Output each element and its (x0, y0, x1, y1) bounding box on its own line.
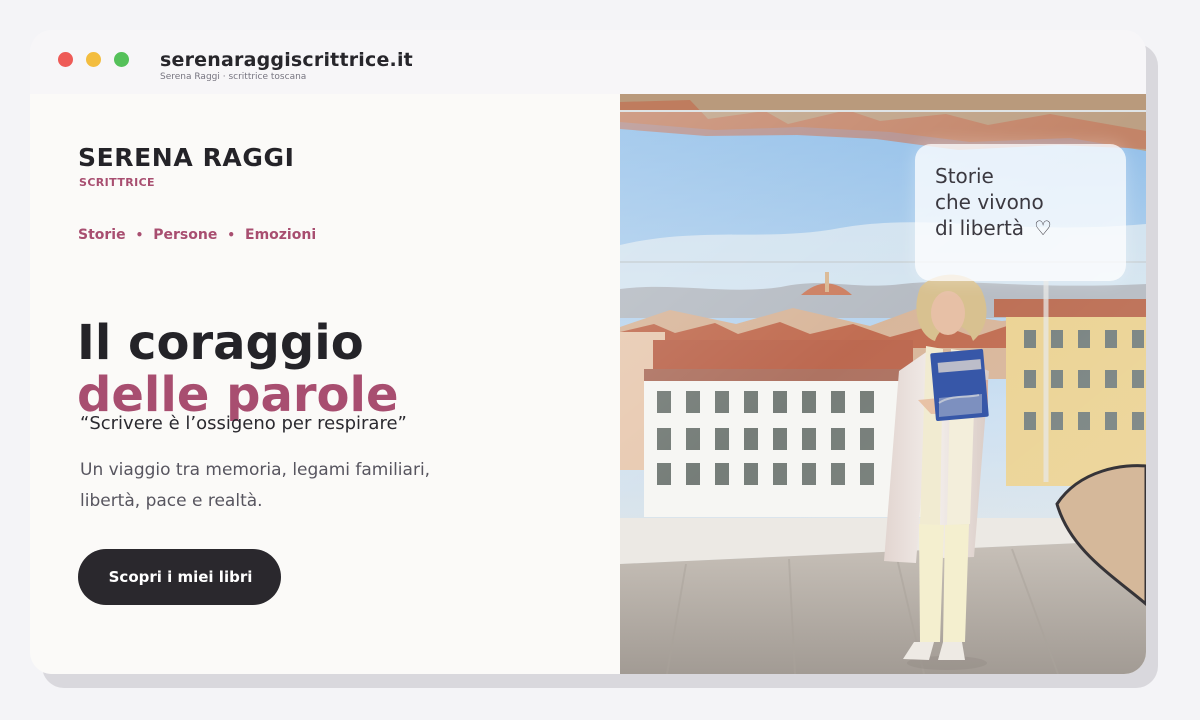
description-line-1: Un viaggio tra memoria, legami familiari… (80, 460, 431, 480)
close-window-button[interactable] (58, 52, 73, 67)
photo-caption-card: Storie che vivono di libertà ♡ (915, 144, 1126, 281)
caption-line-3: di libertà ♡ (935, 215, 1052, 241)
hero-text-panel: SERENA RAGGI SCRITTRICE Storie • Persone… (30, 94, 620, 674)
discover-books-button[interactable]: Scopri i miei libri (78, 549, 281, 605)
hero-headline: Il coraggio delle parole (77, 317, 399, 421)
category-navigation: Storie • Persone • Emozioni (78, 225, 316, 245)
browser-window: serenaraggiscrittrice.it Serena Raggi · … (30, 30, 1146, 674)
description-line-2: libertà, pace e realtà. (80, 491, 263, 511)
hero-description: Un viaggio tra memoria, legami familiari… (80, 455, 500, 517)
nav-link-persone[interactable]: Persone (153, 227, 217, 243)
author-quote: “Scrivere è l’ossigeno per respirare” (80, 413, 407, 434)
minimize-window-button[interactable] (86, 52, 101, 67)
nav-link-storie[interactable]: Storie (78, 227, 126, 243)
nav-link-emozioni[interactable]: Emozioni (245, 227, 316, 243)
headline-first-line: Il coraggio (77, 315, 364, 372)
held-book (930, 348, 989, 421)
site-title: serenaraggiscrittrice.it (160, 49, 413, 71)
caption-line-3-text: di libertà (935, 216, 1025, 240)
author-name: SERENA RAGGI (78, 143, 295, 172)
maximize-window-button[interactable] (114, 52, 129, 67)
caption-line-1: Storie (935, 164, 994, 188)
author-photo: Storie che vivono di libertà ♡ (620, 94, 1146, 674)
heart-icon: ♡ (1034, 216, 1052, 240)
nav-separator: • (227, 228, 236, 242)
title-bar: serenaraggiscrittrice.it Serena Raggi · … (30, 30, 1146, 94)
author-role: SCRITTRICE (79, 176, 155, 189)
nav-separator: • (135, 228, 144, 242)
site-subtitle: Serena Raggi · scrittrice toscana (160, 72, 307, 82)
website-content: SERENA RAGGI SCRITTRICE Storie • Persone… (30, 94, 1146, 674)
caption-line-2: che vivono (935, 190, 1044, 214)
